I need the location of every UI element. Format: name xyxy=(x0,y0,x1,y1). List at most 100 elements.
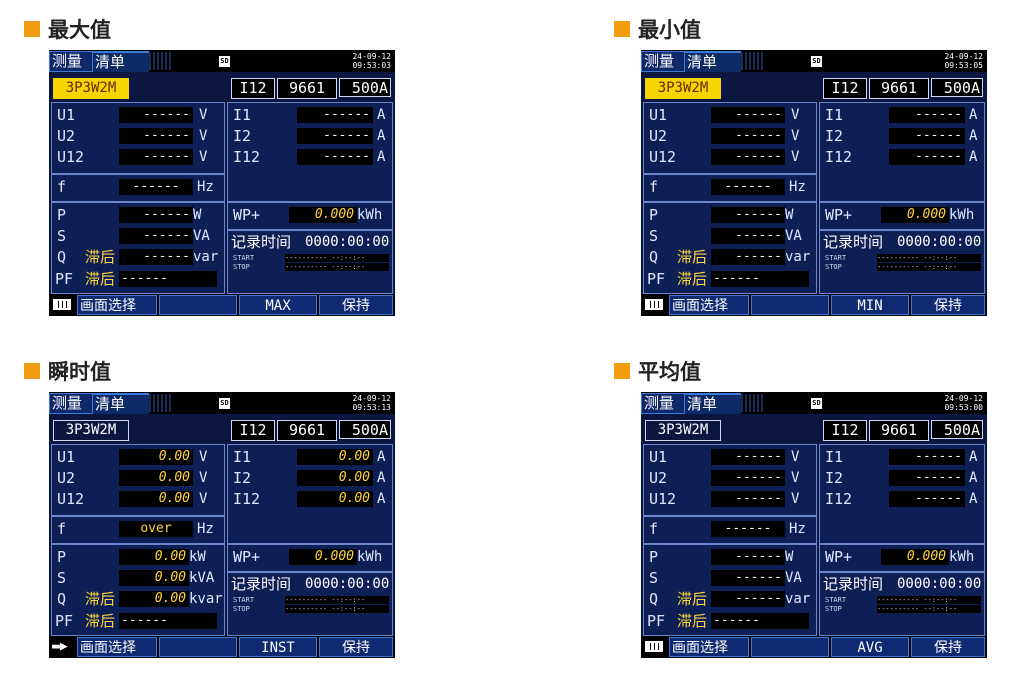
power-label: S xyxy=(649,227,659,245)
current-value: ------ xyxy=(889,470,965,486)
stop-label: STOP xyxy=(825,263,842,271)
voltage-value: ------ xyxy=(119,149,193,165)
sensor-box: 9661 xyxy=(277,78,337,99)
pf-lag: 滞后 xyxy=(85,270,116,288)
value-type-button[interactable]: MAX xyxy=(239,295,317,315)
hold-button[interactable]: 保持 xyxy=(319,295,393,315)
voltage-label: U2 xyxy=(649,127,668,145)
q-lag: 滞后 xyxy=(85,590,116,608)
power-unit: W xyxy=(193,207,202,223)
start-value: ---------- --:--:-- xyxy=(877,596,981,604)
voltage-unit: V xyxy=(791,449,800,465)
current-value: 0.00 xyxy=(297,470,373,486)
power-unit: kW xyxy=(189,549,206,565)
current-range-box: 500A xyxy=(339,420,391,439)
freq-unit: Hz xyxy=(197,179,214,195)
screen-select-button[interactable]: 画面选择 xyxy=(669,637,749,657)
screen-inst: 测量 清单 SD 24-09-12 09:53:13 3P3W2M I12 96… xyxy=(49,392,395,658)
voltage-label: U12 xyxy=(649,148,677,166)
tab-list[interactable]: 清单 xyxy=(93,393,149,414)
f2-key[interactable] xyxy=(159,637,237,657)
tab-measure[interactable]: 测量 xyxy=(49,51,93,72)
orange-square-icon xyxy=(614,21,630,37)
sensor-box: 9661 xyxy=(277,420,337,441)
q-lag: 滞后 xyxy=(677,248,708,266)
voltage-unit: V xyxy=(199,491,208,507)
hold-button[interactable]: 保持 xyxy=(911,295,985,315)
freq-value: ------ xyxy=(711,521,785,537)
current-value: ------ xyxy=(889,128,965,144)
power-unit: kvar xyxy=(189,591,223,607)
tab-list[interactable]: 清单 xyxy=(685,393,741,414)
start-label: START xyxy=(825,254,847,262)
power-value: ------ xyxy=(711,228,785,244)
voltage-unit: V xyxy=(199,470,208,486)
voltage-label: U1 xyxy=(649,106,668,124)
start-value: ---------- --:--:-- xyxy=(285,596,389,604)
voltage-value: ------ xyxy=(711,470,785,486)
hold-button[interactable]: 保持 xyxy=(911,637,985,657)
tab-measure[interactable]: 测量 xyxy=(49,393,93,414)
tab-list[interactable]: 清单 xyxy=(685,51,741,72)
sd-card-icon: SD xyxy=(219,56,230,67)
pf-value: ------ xyxy=(119,271,217,287)
orange-square-icon xyxy=(24,363,40,379)
voltage-unit: V xyxy=(791,470,800,486)
current-unit: A xyxy=(969,491,978,507)
value-type-button[interactable]: INST xyxy=(239,637,317,657)
record-time-value: 0000:00:00 xyxy=(305,576,390,592)
voltage-unit: V xyxy=(199,107,208,123)
orange-square-icon xyxy=(24,21,40,37)
channel-box: I12 xyxy=(823,78,867,99)
current-value: 0.00 xyxy=(297,449,373,465)
f2-key[interactable] xyxy=(159,295,237,315)
wiring-mode[interactable]: 3P3W2M xyxy=(645,78,721,99)
voltage-label: U12 xyxy=(57,148,85,166)
power-unit: VA xyxy=(193,228,210,244)
hold-button[interactable]: 保持 xyxy=(319,637,393,657)
start-value: ---------- --:--:-- xyxy=(285,254,389,262)
power-unit: var xyxy=(193,249,219,265)
pf-label: PF xyxy=(647,612,666,630)
stop-value: ---------- --:--:-- xyxy=(285,263,389,271)
screen-select-button[interactable]: 画面选择 xyxy=(669,295,749,315)
screen-select-button[interactable]: 画面选择 xyxy=(77,637,157,657)
tab-measure[interactable]: 测量 xyxy=(641,393,685,414)
channel-box: I12 xyxy=(231,78,275,99)
tab-measure[interactable]: 测量 xyxy=(641,51,685,72)
current-label: I2 xyxy=(825,127,844,145)
f2-key[interactable] xyxy=(751,637,829,657)
wp-unit: kWh xyxy=(949,207,975,223)
clock-time: 09:53:03 xyxy=(352,61,391,70)
voltage-label: U2 xyxy=(57,469,76,487)
freq-label: f xyxy=(649,178,659,196)
clock: 24-09-12 09:53:05 xyxy=(944,52,983,70)
freq-label: f xyxy=(649,520,659,538)
current-label: I12 xyxy=(233,490,261,508)
tab-hatch xyxy=(149,394,171,412)
channel-box: I12 xyxy=(231,420,275,441)
sd-card-icon: SD xyxy=(811,56,822,67)
power-label: P xyxy=(57,548,67,566)
power-value: ------ xyxy=(711,207,785,223)
sd-card-icon: SD xyxy=(811,398,822,409)
tab-hatch xyxy=(741,394,763,412)
current-value: ------ xyxy=(889,149,965,165)
freq-value: ------ xyxy=(119,179,193,195)
current-range-box: 500A xyxy=(931,420,983,439)
wiring-mode[interactable]: 3P3W2M xyxy=(53,78,129,99)
record-time-value: 0000:00:00 xyxy=(897,234,982,250)
voltage-label: U2 xyxy=(649,469,668,487)
value-type-button[interactable]: MIN xyxy=(831,295,909,315)
current-unit: A xyxy=(969,449,978,465)
wiring-mode[interactable]: 3P3W2M xyxy=(645,420,721,441)
current-label: I2 xyxy=(825,469,844,487)
start-label: START xyxy=(233,596,255,604)
wiring-mode[interactable]: 3P3W2M xyxy=(53,420,129,441)
pf-lag: 滞后 xyxy=(677,270,708,288)
f2-key[interactable] xyxy=(751,295,829,315)
freq-unit: Hz xyxy=(789,521,806,537)
value-type-button[interactable]: AVG xyxy=(831,637,909,657)
tab-list[interactable]: 清单 xyxy=(93,51,149,72)
screen-select-button[interactable]: 画面选择 xyxy=(77,295,157,315)
